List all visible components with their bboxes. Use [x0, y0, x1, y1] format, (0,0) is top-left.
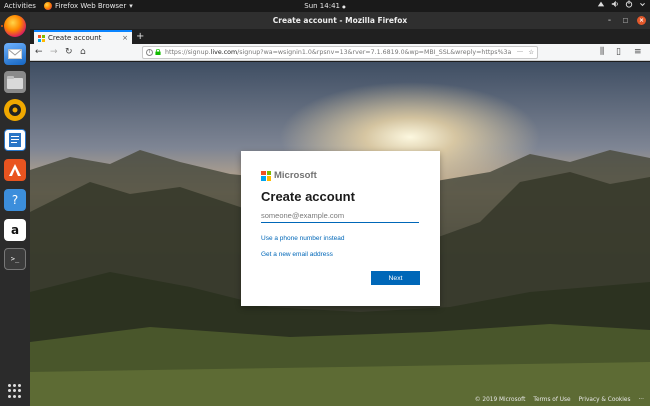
page-actions-button[interactable]: ··· [517, 47, 523, 58]
signup-card: Microsoft Create account Use a phone num… [241, 151, 440, 306]
library-icon[interactable]: ⫼ [600, 46, 604, 59]
reload-button[interactable]: ↻ [65, 46, 73, 59]
notification-dot-icon: ● [342, 4, 346, 9]
thunderbird-icon[interactable] [4, 43, 26, 65]
maximize-button[interactable]: □ [621, 16, 630, 25]
software-center-icon[interactable] [4, 159, 26, 181]
files-icon[interactable] [4, 71, 26, 93]
folder-icon [7, 75, 23, 89]
microsoft-logo: Microsoft [261, 170, 317, 181]
power-icon [625, 0, 633, 8]
tab-strip: Create account × + [30, 29, 650, 44]
letter-a-icon [9, 164, 21, 176]
url-domain: live.com [210, 49, 238, 56]
show-applications-icon[interactable] [8, 384, 22, 398]
microsoft-favicon-icon [38, 34, 45, 42]
back-button[interactable]: ← [35, 46, 43, 59]
help-icon[interactable]: ? [4, 189, 26, 211]
new-tab-button[interactable]: + [136, 30, 144, 43]
bookmark-star-icon[interactable]: ☆ [528, 47, 534, 58]
sidebar-icon[interactable]: ▯ [616, 46, 621, 59]
document-icon [9, 133, 21, 147]
more-options-button[interactable]: ··· [638, 397, 644, 403]
tab-label: Create account [48, 34, 102, 42]
site-info-icon[interactable]: i [146, 49, 153, 56]
close-window-button[interactable]: × [637, 16, 646, 25]
copyright-text: © 2019 Microsoft [474, 397, 526, 403]
dock: ? a >_ [0, 12, 30, 406]
lock-icon [155, 49, 161, 55]
speaker-icon [9, 104, 21, 116]
network-icon [597, 1, 605, 7]
amazon-icon[interactable]: a [4, 219, 26, 241]
next-button[interactable]: Next [371, 271, 420, 285]
microsoft-wordmark: Microsoft [274, 170, 317, 181]
terms-of-use-link[interactable]: Terms of Use [533, 397, 570, 403]
mail-envelope-icon [8, 49, 22, 59]
url-prefix: https://signup. [165, 49, 211, 56]
page-footer: © 2019 Microsoft Terms of Use Privacy & … [475, 397, 644, 403]
libreoffice-writer-icon[interactable] [4, 129, 26, 151]
window-title-bar: Create account - Mozilla Firefox – □ × [30, 12, 650, 29]
home-button[interactable]: ⌂ [80, 46, 86, 59]
use-phone-number-link[interactable]: Use a phone number instead [261, 235, 344, 242]
minimize-button[interactable]: – [605, 16, 614, 25]
email-input[interactable] [261, 209, 419, 223]
get-new-email-link[interactable]: Get a new email address [261, 251, 333, 258]
microsoft-logo-icon [261, 170, 271, 181]
clock-label: Sun 14:41 [304, 2, 340, 10]
terminal-icon[interactable]: >_ [4, 248, 26, 270]
system-tray[interactable] [597, 0, 646, 8]
url-bar[interactable]: i https://signup.live.com/signup?wa=wsig… [142, 46, 538, 59]
rhythmbox-icon[interactable] [4, 99, 26, 121]
close-tab-button[interactable]: × [122, 34, 128, 42]
chevron-down-icon [640, 2, 645, 7]
web-page: Microsoft Create account Use a phone num… [30, 62, 650, 406]
url-path: /signup?wa=wsignin1.0&rpsnv=13&rver=7.1.… [237, 49, 512, 56]
hamburger-menu-icon[interactable]: ≡ [634, 46, 642, 59]
navigation-toolbar: ← → ↻ ⌂ i https://signup.live.com/signup… [30, 44, 650, 61]
forward-button[interactable]: → [50, 46, 58, 59]
window-title: Create account - Mozilla Firefox [272, 16, 408, 25]
firefox-icon[interactable] [4, 15, 26, 37]
privacy-cookies-link[interactable]: Privacy & Cookies [579, 397, 631, 403]
tab-create-account[interactable]: Create account × [34, 30, 132, 44]
gnome-top-bar: Activities Firefox Web Browser ▾ Sun 14:… [0, 0, 650, 12]
page-title: Create account [261, 189, 355, 204]
active-app-indicator [1, 25, 3, 27]
volume-icon [611, 0, 618, 8]
